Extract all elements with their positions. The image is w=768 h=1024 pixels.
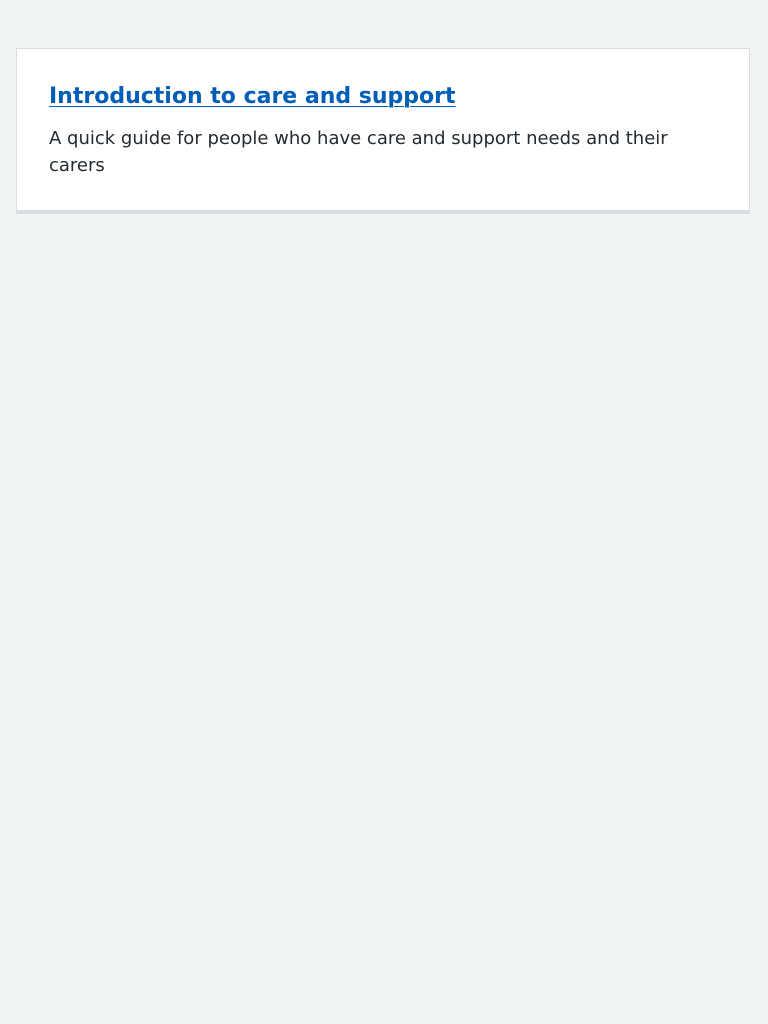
card-title-link[interactable]: Introduction to care and support [49,81,456,113]
card-content: Introduction to care and support A quick… [49,81,719,179]
page: Introduction to care and support A quick… [0,0,768,1024]
content-card: Introduction to care and support A quick… [16,48,750,214]
card-description: A quick guide for people who have care a… [49,128,668,176]
